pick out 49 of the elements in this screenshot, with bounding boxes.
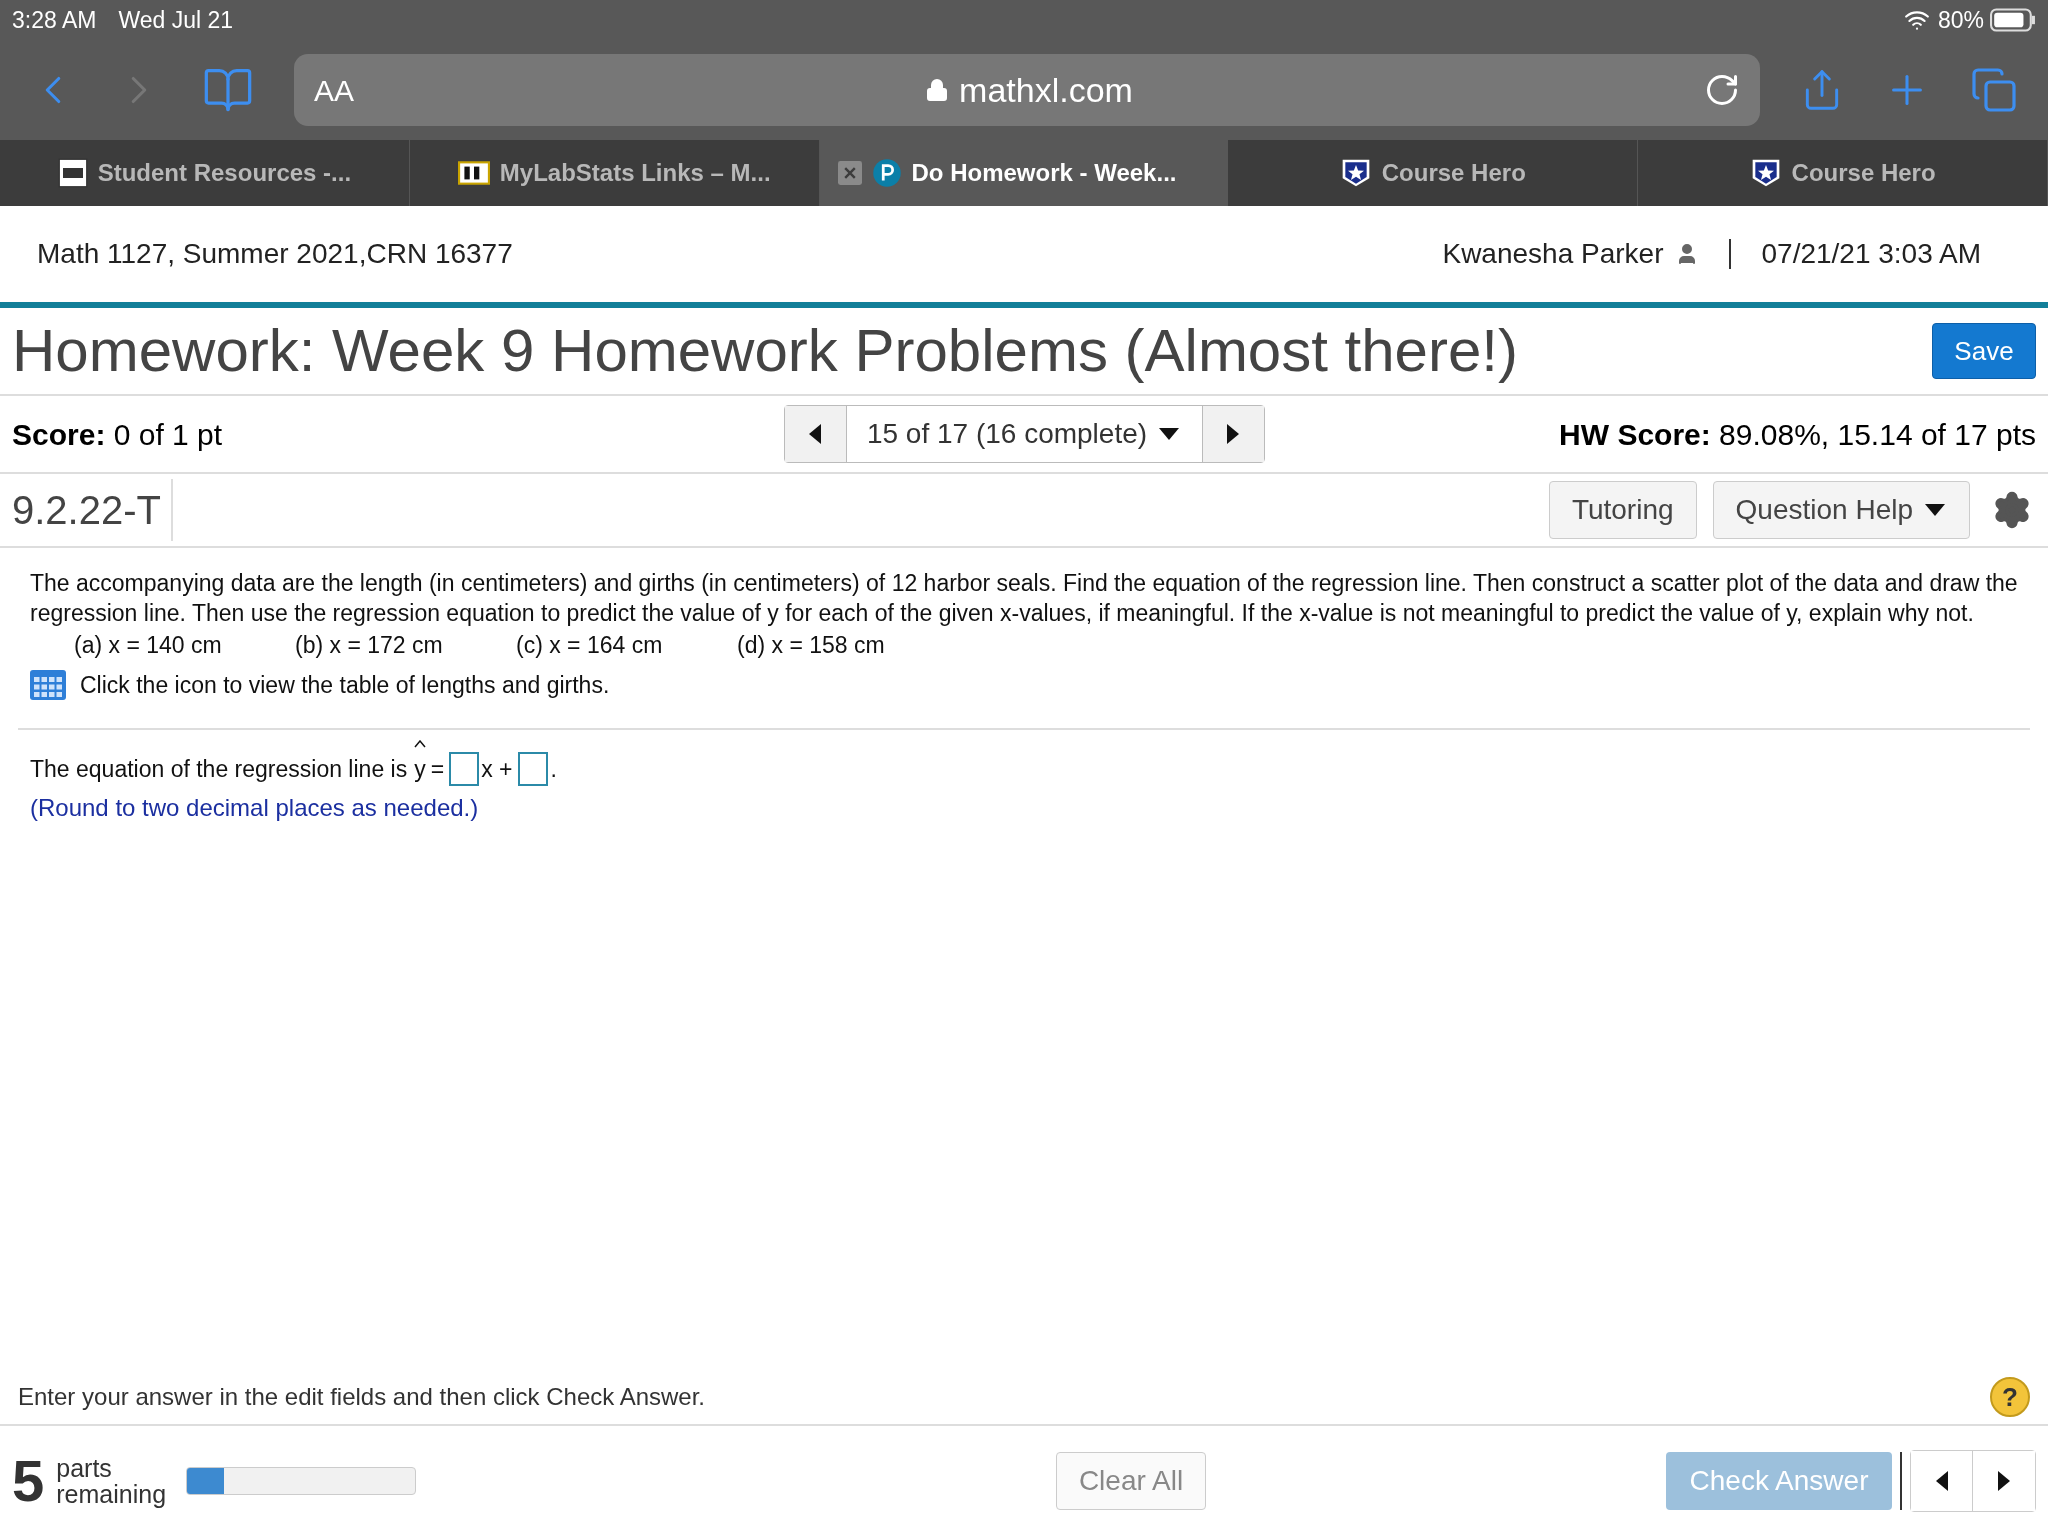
table-icon[interactable] <box>30 670 66 700</box>
question-help-button[interactable]: Question Help <box>1712 481 1970 539</box>
lock-icon <box>925 78 950 102</box>
period-text: . <box>550 754 557 784</box>
date-time: 07/21/21 3:03 AM <box>1761 237 1981 271</box>
question-id: 9.2.22-T <box>12 479 173 541</box>
table-link-text[interactable]: Click the icon to view the table of lengths and girths. <box>80 670 610 700</box>
variable-y: y <box>414 754 426 784</box>
help-icon[interactable]: ? <box>1990 1377 2030 1417</box>
rounding-note: (Round to two decimal places as needed.) <box>30 793 480 823</box>
intercept-input-field[interactable] <box>518 752 549 786</box>
reload-icon[interactable] <box>1704 72 1740 108</box>
url-text: mathxl.com <box>959 69 1133 111</box>
college-logo-icon <box>57 158 88 188</box>
previous-part-button[interactable] <box>1911 1451 1973 1511</box>
text-size-button[interactable]: AA <box>314 67 355 113</box>
question-part: (a) x = 140 cm <box>74 631 223 660</box>
status-date: Wed Jul 21 <box>118 5 234 35</box>
user-name: Kwanesha Parker <box>1442 237 1664 271</box>
equals-sign: = <box>430 754 445 784</box>
tabs-icon[interactable] <box>1970 66 2018 114</box>
score-text: Score: 0 of 1 pt <box>12 416 223 453</box>
question-part: (d) x = 158 cm <box>737 631 886 660</box>
slope-input-field[interactable] <box>449 752 480 786</box>
save-button[interactable]: Save <box>1932 323 2036 379</box>
x-plus-text: x + <box>481 754 513 784</box>
equation-text: The equation of the regression line is <box>30 754 408 784</box>
course-title: Math 1127, Summer 2021,CRN 16377 <box>37 237 513 271</box>
question-part: (b) x = 172 cm <box>295 631 444 660</box>
hw-score-text: HW Score: 89.08%, 15.14 of 17 pts <box>1559 416 2036 453</box>
question-text: The accompanying data are the length (in centimeters) and girths (in centimeters) of 12 harbor seals. Find the equation of the regression line. Then construct a scatter plot of the data and draw the regression line. Then use the regression equation to predict the value of y for each of the given x-values, if meaningful. If the x-value is not meaningful to predict the value of y, explain why not. <box>30 569 2018 628</box>
tutoring-button[interactable]: Tutoring <box>1548 481 1697 539</box>
pearson-logo-icon <box>871 158 902 188</box>
bb-logo-icon <box>457 161 490 185</box>
clear-all-button[interactable]: Clear All <box>1056 1452 1206 1510</box>
address-bar[interactable]: AA mathxl.com <box>294 54 1760 126</box>
parts-count: 5 <box>12 1452 45 1510</box>
right-arrow-icon <box>1996 1469 2012 1493</box>
homework-title: Homework: Week 9 Homework Problems (Almost there!) <box>12 316 1519 386</box>
instruction-text: Enter your answer in the edit fields and then click Check Answer. <box>18 1382 707 1412</box>
status-time: 3:28 AM <box>12 5 97 35</box>
browser-tab[interactable]: Do Homework - Week... <box>819 140 1229 206</box>
hat-icon <box>413 739 426 748</box>
battery-icon <box>1990 8 2036 32</box>
remaining-label: remaining <box>56 1481 167 1507</box>
parts-label: parts <box>56 1455 113 1481</box>
question-part: (c) x = 164 cm <box>516 631 664 660</box>
close-tab-icon[interactable] <box>837 161 862 185</box>
battery-percent: 80% <box>1937 5 1984 35</box>
